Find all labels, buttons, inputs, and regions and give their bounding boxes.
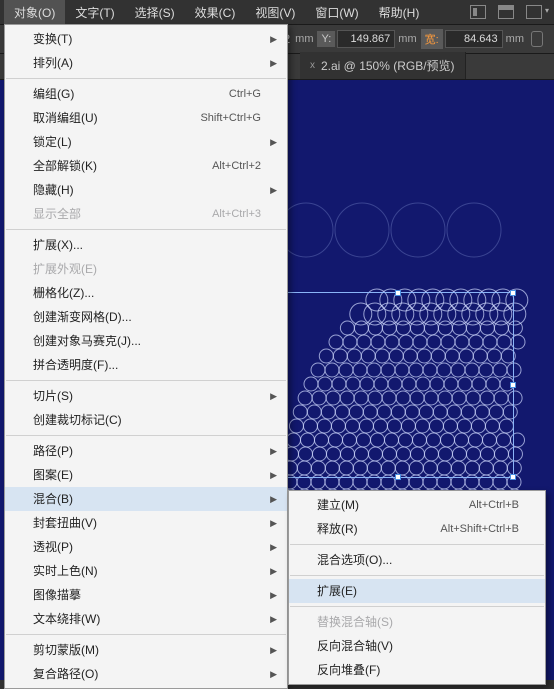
menu-item[interactable]: 栅格化(Z)... — [5, 281, 287, 305]
menu-item[interactable]: 全部解锁(K)Alt+Ctrl+2 — [5, 154, 287, 178]
submenu-item[interactable]: 建立(M)Alt+Ctrl+B — [289, 493, 545, 517]
submenu-arrow-icon: ▶ — [270, 443, 277, 459]
layout-icon-2[interactable] — [498, 5, 514, 19]
handle-tr[interactable] — [510, 290, 516, 296]
menu-item[interactable]: 创建渐变网格(D)... — [5, 305, 287, 329]
submenu-arrow-icon: ▶ — [270, 31, 277, 47]
menu-item[interactable]: 混合(B)▶ — [5, 487, 287, 511]
menu-view[interactable]: 视图(V) — [245, 0, 305, 25]
menu-item[interactable]: 扩展(X)... — [5, 233, 287, 257]
submenu-arrow-icon: ▶ — [270, 182, 277, 198]
menu-item[interactable]: 取消编组(U)Shift+Ctrl+G — [5, 106, 287, 130]
submenu-arrow-icon: ▶ — [270, 642, 277, 658]
menu-item[interactable]: 文本绕排(W)▶ — [5, 607, 287, 631]
submenu-arrow-icon: ▶ — [270, 515, 277, 531]
menu-item[interactable]: 拼合透明度(F)... — [5, 353, 287, 377]
menu-type[interactable]: 文字(T) — [65, 0, 124, 25]
handle-br[interactable] — [510, 474, 516, 480]
menu-help[interactable]: 帮助(H) — [369, 0, 430, 25]
menu-item[interactable]: 切片(S)▶ — [5, 384, 287, 408]
submenu-item: 替换混合轴(S) — [289, 610, 545, 634]
layout-icon-1[interactable] — [470, 5, 486, 19]
x-unit: mm — [295, 33, 313, 45]
menu-item[interactable]: 图像描摹▶ — [5, 583, 287, 607]
menu-item[interactable]: 锁定(L)▶ — [5, 130, 287, 154]
menu-item[interactable]: 实时上色(N)▶ — [5, 559, 287, 583]
menu-item[interactable]: 封套扭曲(V)▶ — [5, 511, 287, 535]
menu-item[interactable]: 透视(P)▶ — [5, 535, 287, 559]
selection-bounding-box[interactable] — [282, 292, 514, 478]
menu-item[interactable]: 创建对象马赛克(J)... — [5, 329, 287, 353]
menubar-icons — [470, 5, 550, 19]
submenu-arrow-icon: ▶ — [270, 563, 277, 579]
submenu-arrow-icon: ▶ — [270, 539, 277, 555]
w-label: 宽: — [421, 29, 443, 49]
submenu-arrow-icon: ▶ — [270, 491, 277, 507]
submenu-arrow-icon: ▶ — [270, 467, 277, 483]
menu-item[interactable]: 排列(A)▶ — [5, 51, 287, 75]
handle-bc[interactable] — [395, 474, 401, 480]
menu-item: 显示全部Alt+Ctrl+3 — [5, 202, 287, 226]
menu-item[interactable]: 隐藏(H)▶ — [5, 178, 287, 202]
menu-select[interactable]: 选择(S) — [125, 0, 185, 25]
y-field: Y: mm — [317, 30, 416, 48]
menu-item[interactable]: 图案(E)▶ — [5, 463, 287, 487]
handle-tc[interactable] — [395, 290, 401, 296]
close-icon[interactable]: x — [310, 60, 315, 71]
workspace-switcher-icon[interactable] — [526, 5, 542, 19]
menu-item[interactable]: 创建裁切标记(C) — [5, 408, 287, 432]
y-unit: mm — [398, 33, 416, 45]
tab-title: 2.ai @ 150% (RGB/预览) — [321, 57, 455, 74]
w-field: 宽: mm — [421, 29, 524, 49]
menu-item[interactable]: 路径(P)▶ — [5, 439, 287, 463]
menu-item[interactable]: 编组(G)Ctrl+G — [5, 82, 287, 106]
object-menu-dropdown: 变换(T)▶排列(A)▶ 编组(G)Ctrl+G取消编组(U)Shift+Ctrl… — [4, 24, 288, 689]
w-input[interactable] — [445, 30, 503, 48]
menu-item: 扩展外观(E) — [5, 257, 287, 281]
menu-effect[interactable]: 效果(C) — [185, 0, 246, 25]
submenu-item[interactable]: 混合选项(O)... — [289, 548, 545, 572]
submenu-item[interactable]: 反向混合轴(V) — [289, 634, 545, 658]
menu-item[interactable]: 剪切蒙版(M)▶ — [5, 638, 287, 662]
menu-object[interactable]: 对象(O) — [4, 0, 65, 25]
blend-submenu: 建立(M)Alt+Ctrl+B释放(R)Alt+Shift+Ctrl+B 混合选项… — [288, 490, 546, 685]
submenu-item[interactable]: 反向堆叠(F) — [289, 658, 545, 682]
menu-window[interactable]: 窗口(W) — [305, 0, 368, 25]
submenu-arrow-icon: ▶ — [270, 55, 277, 71]
submenu-item[interactable]: 释放(R)Alt+Shift+Ctrl+B — [289, 517, 545, 541]
menubar: 对象(O) 文字(T) 选择(S) 效果(C) 视图(V) 窗口(W) 帮助(H… — [0, 0, 554, 24]
handle-mr[interactable] — [510, 382, 516, 388]
submenu-arrow-icon: ▶ — [270, 587, 277, 603]
submenu-arrow-icon: ▶ — [270, 134, 277, 150]
menu-item[interactable]: 复合路径(O)▶ — [5, 662, 287, 686]
submenu-arrow-icon: ▶ — [270, 388, 277, 404]
link-wh-icon[interactable] — [531, 31, 543, 47]
w-unit: mm — [506, 33, 524, 45]
menu-item[interactable]: 变换(T)▶ — [5, 27, 287, 51]
y-input[interactable] — [337, 30, 395, 48]
document-tab[interactable]: x 2.ai @ 150% (RGB/预览) — [300, 52, 466, 79]
submenu-item[interactable]: 扩展(E) — [289, 579, 545, 603]
y-label: Y: — [317, 31, 335, 47]
submenu-arrow-icon: ▶ — [270, 611, 277, 627]
